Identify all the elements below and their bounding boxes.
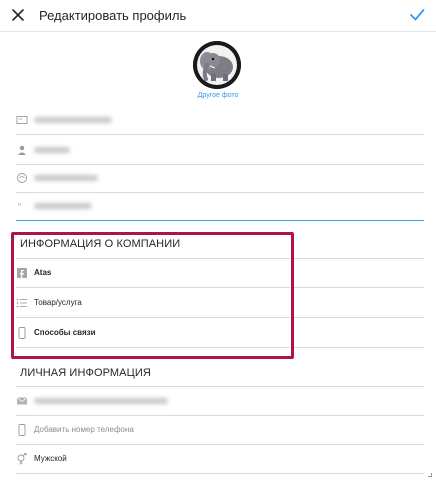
add-phone-placeholder: Добавить номер телефона: [34, 425, 134, 434]
gender-icon: [17, 453, 27, 465]
resize-handle: [428, 473, 432, 477]
category-field[interactable]: Товар/услуга: [16, 288, 424, 318]
close-icon[interactable]: [10, 6, 26, 24]
contact-options-field[interactable]: Способы связи: [16, 318, 424, 348]
username-field[interactable]: [16, 135, 424, 165]
personal-section-title: ЛИЧНАЯ ИНФОРМАЦИЯ: [20, 367, 151, 379]
username-value-blurred: [34, 147, 70, 153]
company-section-title: ИНФОРМАЦИЯ О КОМПАНИИ: [20, 238, 181, 250]
change-photo-link[interactable]: Другое фото: [0, 92, 436, 99]
page-value: Atas: [34, 268, 52, 277]
page-title: Редактировать профиль: [39, 8, 187, 23]
website-field[interactable]: [16, 163, 424, 193]
name-field[interactable]: [16, 105, 424, 135]
checkmark-icon[interactable]: [408, 6, 426, 24]
phone-icon: [18, 327, 26, 339]
bio-field[interactable]: ": [16, 191, 424, 221]
email-field[interactable]: [16, 386, 424, 416]
contact-options-value: Способы связи: [34, 328, 96, 337]
phone-field[interactable]: Добавить номер телефона: [16, 415, 424, 445]
website-value-blurred: [34, 175, 98, 181]
bio-value-blurred: [34, 203, 92, 209]
elephant-avatar: [193, 41, 241, 89]
svg-text:": ": [17, 202, 22, 212]
phone-icon: [18, 424, 26, 436]
gender-field[interactable]: Мужской: [16, 444, 424, 474]
mail-icon: [16, 397, 28, 405]
globe-icon: [17, 173, 27, 183]
category-value: Товар/услуга: [34, 298, 82, 307]
id-card-icon: [16, 116, 28, 124]
email-value-blurred: [34, 398, 168, 404]
person-icon: [18, 145, 26, 155]
top-bar: Редактировать профиль: [0, 0, 436, 32]
list-icon: [16, 298, 27, 308]
gender-value: Мужской: [34, 454, 67, 463]
page-field[interactable]: Atas: [16, 258, 424, 288]
facebook-icon: [17, 268, 27, 278]
name-value-blurred: [34, 117, 112, 123]
profile-avatar[interactable]: [193, 41, 241, 89]
quote-icon: ": [17, 202, 22, 212]
